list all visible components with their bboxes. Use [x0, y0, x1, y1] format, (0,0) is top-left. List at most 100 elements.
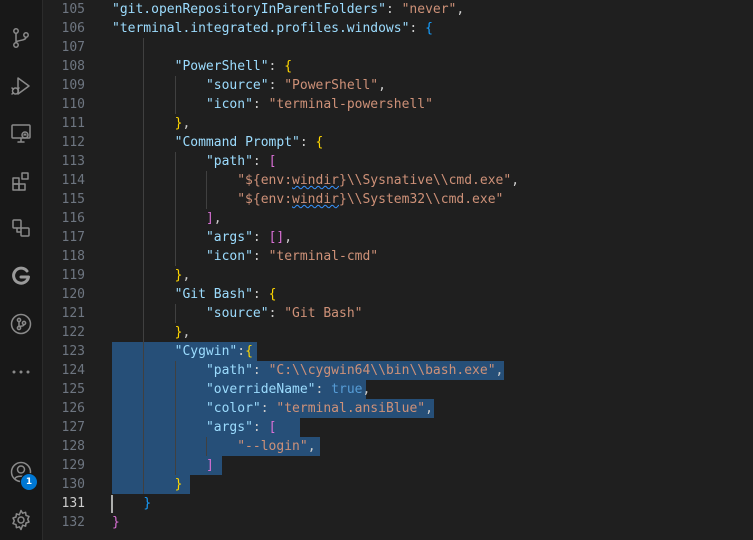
- code-token: ,: [307, 439, 316, 454]
- code-line[interactable]: 129 ]: [43, 456, 753, 475]
- code-line[interactable]: 106 "terminal.integrated.profiles.windows…: [43, 19, 753, 38]
- code-line[interactable]: 121 "source": "Git Bash": [43, 304, 753, 323]
- line-code: "${env:windir}\\Sysnative\\cmd.exe",: [112, 171, 519, 190]
- code-line[interactable]: 109 "source": "PowerShell",: [43, 76, 753, 95]
- code-line[interactable]: 127 "args": [: [43, 418, 753, 437]
- code-token: :: [409, 21, 426, 36]
- code-line[interactable]: 118 "icon": "terminal-cmd": [43, 247, 753, 266]
- code-token: }: [143, 496, 152, 511]
- git-graph-icon[interactable]: [5, 308, 37, 340]
- line-number: 108: [61, 59, 85, 74]
- more-icon[interactable]: [5, 356, 37, 388]
- code-line[interactable]: 130 }: [43, 475, 753, 494]
- extensions-icon[interactable]: [5, 165, 37, 197]
- code-line[interactable]: 120 "Git Bash": {: [43, 285, 753, 304]
- code-line[interactable]: 119 },: [43, 266, 753, 285]
- activity-bar: 1: [0, 0, 43, 540]
- code-line[interactable]: 126 "color": "terminal.ansiBlue",: [43, 399, 753, 418]
- run-debug-icon[interactable]: [5, 70, 37, 102]
- line-number: 128: [61, 439, 85, 454]
- line-code: }: [112, 475, 183, 494]
- notification-badge: 1: [20, 473, 38, 491]
- gitlens-icon[interactable]: [5, 260, 37, 292]
- line-number: 120: [61, 287, 85, 302]
- line-code: "source": "PowerShell",: [112, 76, 386, 95]
- line-number: 106: [61, 21, 85, 36]
- code-token: ,: [378, 78, 386, 93]
- code-line[interactable]: 112 "Command Prompt": {: [43, 133, 753, 152]
- code-token: ,: [213, 211, 222, 226]
- code-token: :: [315, 382, 332, 397]
- code-token: windir: [292, 173, 339, 188]
- code-line[interactable]: 107: [43, 38, 753, 57]
- code-line[interactable]: 131 }: [43, 494, 753, 513]
- code-line[interactable]: 125 "overrideName": true,: [43, 380, 753, 399]
- code-token: "path": [205, 363, 253, 378]
- code-token: {: [315, 135, 324, 150]
- code-token: :: [252, 420, 269, 435]
- code-token: :: [268, 78, 285, 93]
- line-code: "--login",: [112, 437, 316, 456]
- code-line[interactable]: 132}: [43, 513, 753, 532]
- line-code: "terminal.integrated.profiles.windows": …: [112, 19, 433, 38]
- line-number: 107: [61, 40, 85, 55]
- settings-gear-icon[interactable]: [5, 504, 37, 536]
- remote-explorer-icon[interactable]: [5, 117, 37, 149]
- code-token: "args": [205, 420, 253, 435]
- code-line[interactable]: 122 },: [43, 323, 753, 342]
- line-code: "args": [: [112, 418, 276, 437]
- code-token: :: [252, 97, 269, 112]
- code-token: ]: [205, 458, 214, 473]
- code-token: [: [268, 154, 277, 169]
- line-code: "args": [],: [112, 228, 292, 247]
- code-token: }: [174, 477, 183, 492]
- code-token: "never": [401, 2, 457, 17]
- code-line[interactable]: 110 "icon": "terminal-powershell": [43, 95, 753, 114]
- code-token: "terminal-cmd": [268, 249, 379, 264]
- code-token: "${env:: [237, 192, 293, 207]
- code-line[interactable]: 111 },: [43, 114, 753, 133]
- code-token: {: [268, 287, 277, 302]
- line-code: "icon": "terminal-powershell": [112, 95, 433, 114]
- line-number: 126: [61, 401, 85, 416]
- line-code: }: [112, 494, 151, 513]
- testing-icon[interactable]: [5, 212, 37, 244]
- code-line[interactable]: 116 ],: [43, 209, 753, 228]
- code-token: }\\System32\\cmd.exe": [339, 192, 504, 207]
- code-line[interactable]: 115 "${env:windir}\\System32\\cmd.exe": [43, 190, 753, 209]
- code-line[interactable]: 124 "path": "C:\\cygwin64\\bin\\bash.exe…: [43, 361, 753, 380]
- code-line[interactable]: 117 "args": [],: [43, 228, 753, 247]
- code-token: "source": [205, 306, 269, 321]
- code-line[interactable]: 113 "path": [: [43, 152, 753, 171]
- code-token: "--login": [237, 439, 308, 454]
- code-token: :: [252, 287, 269, 302]
- line-number: 117: [61, 230, 85, 245]
- code-token: "terminal.integrated.profiles.windows": [112, 21, 410, 36]
- line-code: "git.openRepositoryInParentFolders": "ne…: [112, 0, 464, 19]
- code-token: "path": [205, 154, 253, 169]
- line-number: 113: [61, 154, 85, 169]
- line-number: 125: [61, 382, 85, 397]
- line-number: 115: [61, 192, 85, 207]
- code-editor[interactable]: 105 "git.openRepositoryInParentFolders": …: [43, 0, 753, 540]
- code-token: "icon": [205, 97, 253, 112]
- line-number: 109: [61, 78, 85, 93]
- line-number: 111: [61, 116, 85, 131]
- source-control-icon[interactable]: [5, 22, 37, 54]
- code-token: "terminal.ansiBlue": [276, 401, 426, 416]
- code-token: "overrideName": [205, 382, 316, 397]
- code-line[interactable]: 128 "--login",: [43, 437, 753, 456]
- code-line[interactable]: 114 "${env:windir}\\Sysnative\\cmd.exe",: [43, 171, 753, 190]
- code-line[interactable]: 108 "PowerShell": {: [43, 57, 753, 76]
- code-line[interactable]: 105 "git.openRepositoryInParentFolders": …: [43, 0, 753, 19]
- code-line[interactable]: 123 "Cygwin":{: [43, 342, 753, 361]
